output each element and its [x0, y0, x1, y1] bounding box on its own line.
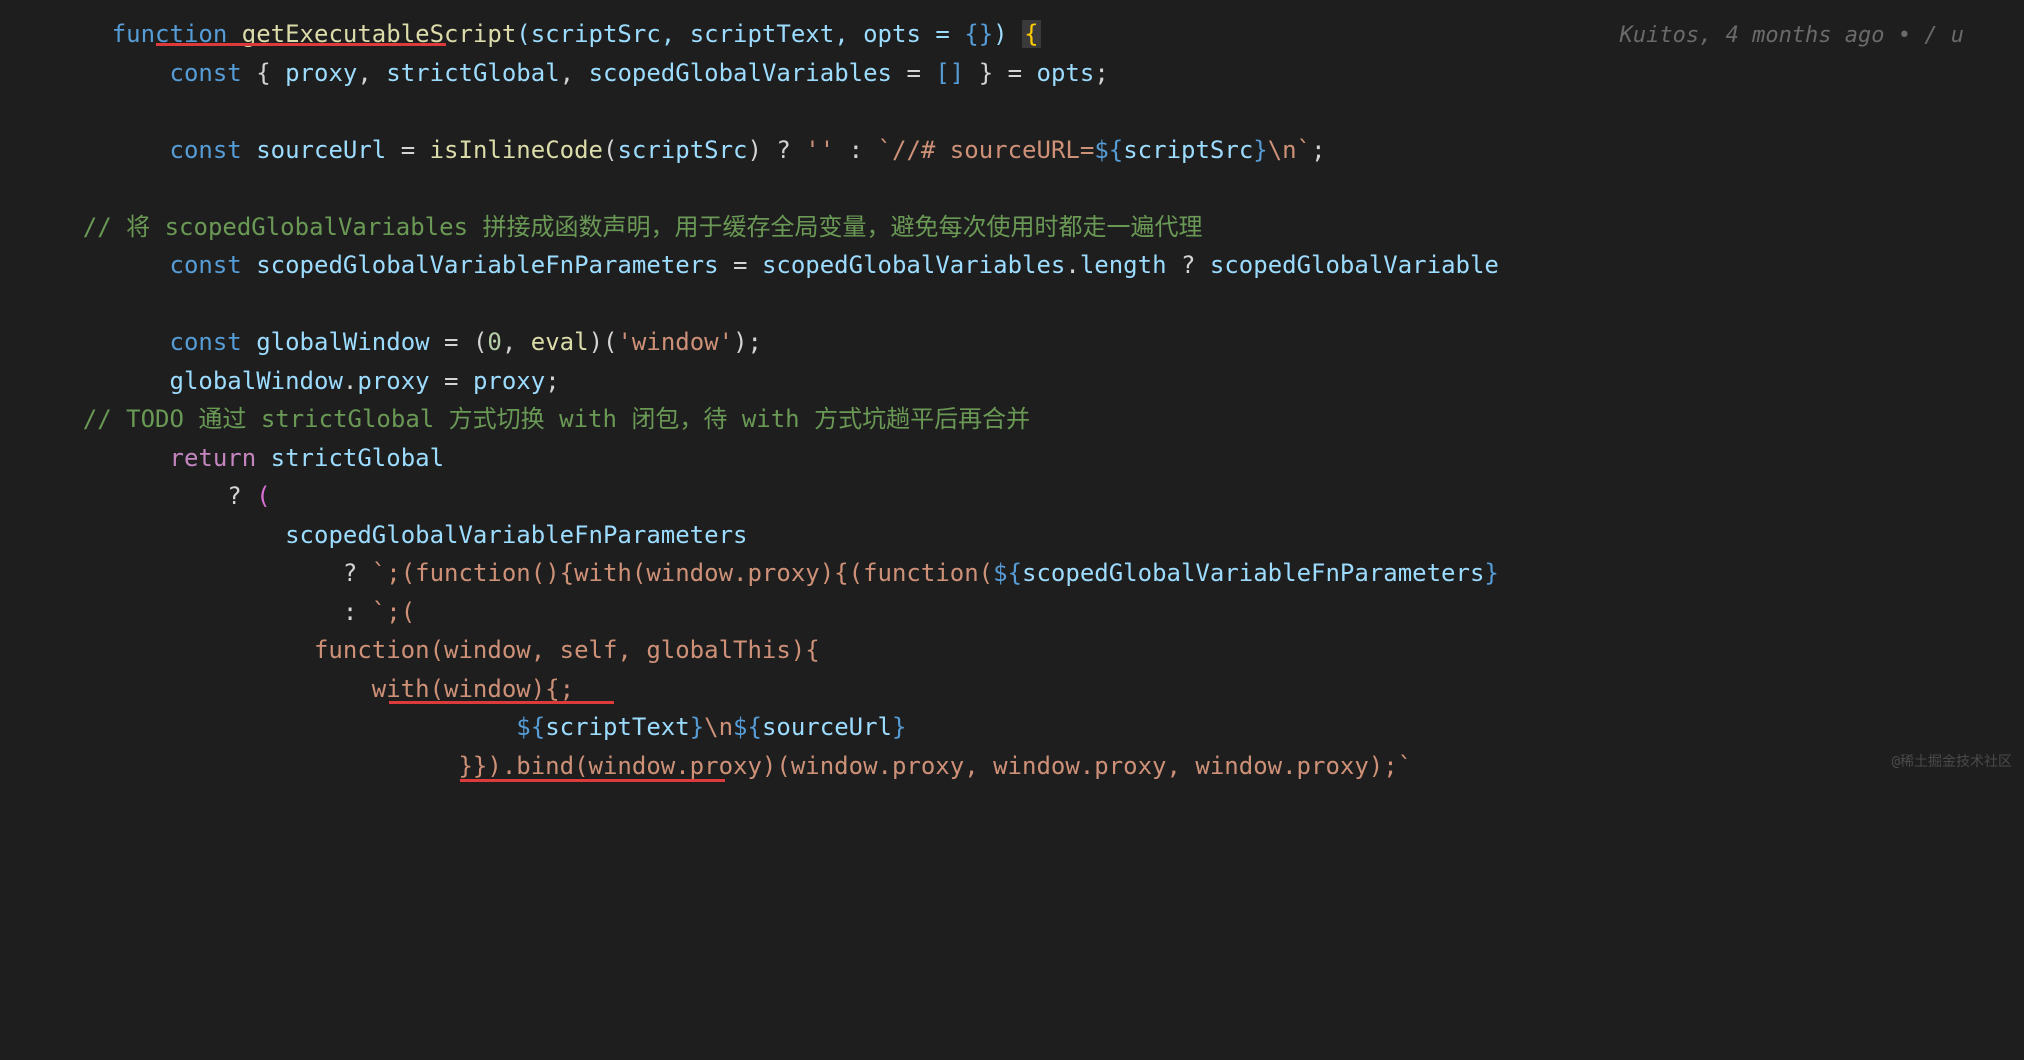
code-line[interactable]: const sourceUrl = isInlineCode(scriptSrc…: [25, 131, 2024, 170]
code-line[interactable]: globalWindow.proxy = proxy;: [25, 362, 2024, 401]
red-underline-annotation: [389, 701, 614, 704]
code-line[interactable]: : `;(: [25, 593, 2024, 632]
operator: :: [834, 136, 877, 164]
function-call: isInlineCode: [430, 136, 603, 164]
variable: sourceUrl: [256, 136, 386, 164]
watermark: @稀土掘金技术社区: [1892, 751, 2012, 773]
code-line[interactable]: }}).bind(window.proxy)(window.proxy, win…: [25, 747, 2024, 786]
operator: =: [719, 251, 762, 279]
operator: =: [386, 136, 429, 164]
variable: scopedGlobalVariableFnParameters: [256, 251, 718, 279]
code-line[interactable]: const { proxy, strictGlobal, scopedGloba…: [25, 54, 2024, 93]
red-underline-annotation: [156, 43, 446, 46]
code-line[interactable]: function(window, self, globalThis){: [25, 631, 2024, 670]
code-editor[interactable]: Kuitos, 4 months ago • ∕ u function getE…: [0, 0, 2024, 785]
code-line[interactable]: const scopedGlobalVariableFnParameters =…: [25, 246, 2024, 285]
code-line[interactable]: return strictGlobal: [25, 439, 2024, 478]
red-underline-annotation: [460, 779, 725, 782]
string: '': [805, 136, 834, 164]
variable: strictGlobal: [271, 444, 444, 472]
code-line[interactable]: [25, 169, 2024, 208]
keyword: const: [112, 59, 257, 87]
template-string: function(window, self, globalThis){: [25, 631, 820, 669]
keyword: const: [112, 136, 257, 164]
keyword: const: [112, 251, 257, 279]
